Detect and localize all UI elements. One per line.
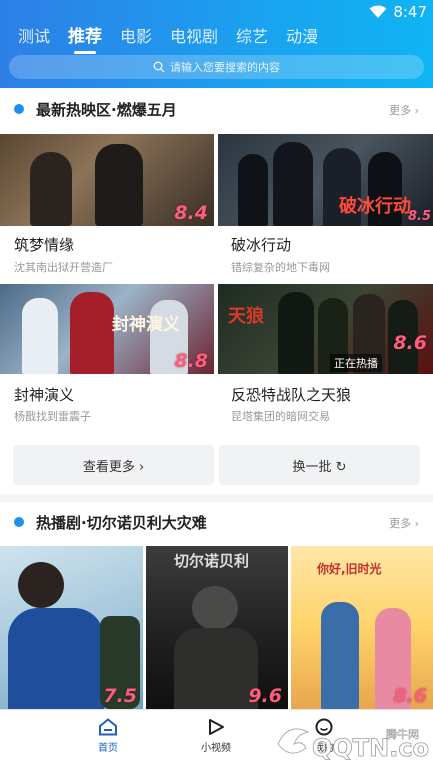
item-title[interactable]: 封神演义 xyxy=(14,384,74,405)
search-placeholder: 请输入您要搜索的内容 xyxy=(170,61,280,74)
view-more-button[interactable]: 查看更多 › xyxy=(13,445,214,485)
nav-home[interactable]: 首页 xyxy=(78,718,138,754)
status-badge: 正在热播 xyxy=(330,354,382,372)
score-badge: 9.6 xyxy=(248,685,282,707)
tab-test[interactable]: 测试 xyxy=(18,26,50,48)
tab-recommend[interactable]: 推荐 xyxy=(68,26,102,54)
tab-tv-series[interactable]: 电视剧 xyxy=(170,26,218,48)
search-icon xyxy=(153,61,165,73)
poster-figure xyxy=(174,628,258,709)
status-time: 8:47 xyxy=(393,3,427,21)
score-badge: 8.6 xyxy=(393,332,427,354)
poster-figure xyxy=(273,142,313,226)
home-icon xyxy=(99,718,117,736)
poster-item[interactable]: 破冰行动 8.5 xyxy=(218,134,433,226)
poster-overlay-title: 天狼 xyxy=(228,306,264,327)
poster-figure xyxy=(192,586,238,630)
poster-figure xyxy=(70,292,114,374)
nav-short-video[interactable]: 小视频 xyxy=(186,718,246,754)
item-subtitle: 杨戬找到雷震子 xyxy=(14,410,91,423)
score-badge: 7.5 xyxy=(103,685,137,707)
tab-movie[interactable]: 电影 xyxy=(120,26,152,48)
score-badge: 8.4 xyxy=(174,202,208,224)
section-title: 热播剧·切尔诺贝利大灾难 xyxy=(36,514,207,532)
item-title[interactable]: 破冰行动 xyxy=(231,234,291,255)
section-hot-series: 热播剧·切尔诺贝利大灾难 更多 › 7.5 切尔诺贝利 9.6 你好,旧时光 8… xyxy=(0,502,433,709)
poster-figure xyxy=(278,292,314,374)
poster-figure xyxy=(321,602,359,709)
poster-overlay-title: 封神演义 xyxy=(112,315,180,335)
item-title[interactable]: 筑梦情缘 xyxy=(14,234,74,255)
section-header: 热播剧·切尔诺贝利大灾难 更多 › xyxy=(0,502,433,546)
app-screen: 8:47 测试 推荐 电影 电视剧 综艺 动漫 请输入您要搜索的内容 最新热映区… xyxy=(0,0,433,771)
section-dot-icon xyxy=(14,104,24,114)
search-input[interactable]: 请输入您要搜索的内容 xyxy=(9,55,424,79)
refresh-button[interactable]: 换一批 ↻ xyxy=(219,445,420,485)
wifi-icon xyxy=(369,5,387,18)
top-header: 8:47 测试 推荐 电影 电视剧 综艺 动漫 请输入您要搜索的内容 xyxy=(0,0,433,88)
poster-figure xyxy=(95,144,143,226)
status-bar: 8:47 xyxy=(369,3,427,21)
poster-item[interactable]: 封神演义 8.8 xyxy=(0,284,214,374)
item-subtitle: 昆塔集团的暗网交易 xyxy=(231,410,330,423)
score-badge: 8.8 xyxy=(174,350,208,372)
play-icon xyxy=(209,719,224,735)
item-title[interactable]: 反恐特战队之天狼 xyxy=(231,384,351,405)
more-link[interactable]: 更多 › xyxy=(389,102,419,118)
poster-overlay-title: 破冰行动 xyxy=(339,196,411,217)
poster-figure xyxy=(22,298,58,374)
tab-variety[interactable]: 综艺 xyxy=(236,26,268,48)
section-title: 最新热映区·燃爆五月 xyxy=(36,101,177,119)
poster-item[interactable]: 你好,旧时光 8.6 xyxy=(291,546,433,709)
poster-overlay-title: 你好,旧时光 xyxy=(317,562,382,576)
poster-figure xyxy=(8,608,104,709)
poster-overlay-title: 切尔诺贝利 xyxy=(174,552,250,570)
section-hot-movies: 最新热映区·燃爆五月 更多 › 8.4 筑梦情缘 沈其南出狱开营造厂 破冰行动 … xyxy=(0,88,433,494)
section-header: 最新热映区·燃爆五月 更多 › xyxy=(0,88,433,132)
poster-item[interactable]: 天狼 正在热播 8.6 xyxy=(218,284,433,374)
nav-label: 首页 xyxy=(98,743,118,754)
poster-figure xyxy=(18,562,64,608)
poster-item[interactable]: 切尔诺贝利 9.6 xyxy=(146,546,288,709)
poster-item[interactable]: 7.5 xyxy=(0,546,143,709)
poster-item[interactable]: 8.4 xyxy=(0,134,214,226)
item-subtitle: 沈其南出狱开营造厂 xyxy=(14,261,113,274)
watermark-logo: QQTN.com 腾牛网 xyxy=(268,716,433,768)
poster-figure xyxy=(30,152,72,226)
item-subtitle: 错综复杂的地下毒网 xyxy=(231,261,330,274)
tab-anime[interactable]: 动漫 xyxy=(286,26,318,48)
poster-figure xyxy=(238,154,268,226)
section-dot-icon xyxy=(14,517,24,527)
score-badge: 8.6 xyxy=(393,685,427,707)
watermark-subtext: 腾牛网 xyxy=(386,727,419,741)
category-tabs: 测试 推荐 电影 电视剧 综艺 动漫 xyxy=(18,26,336,54)
score-badge: 8.5 xyxy=(407,209,431,224)
nav-label: 小视频 xyxy=(201,743,231,754)
more-link[interactable]: 更多 › xyxy=(389,515,419,531)
